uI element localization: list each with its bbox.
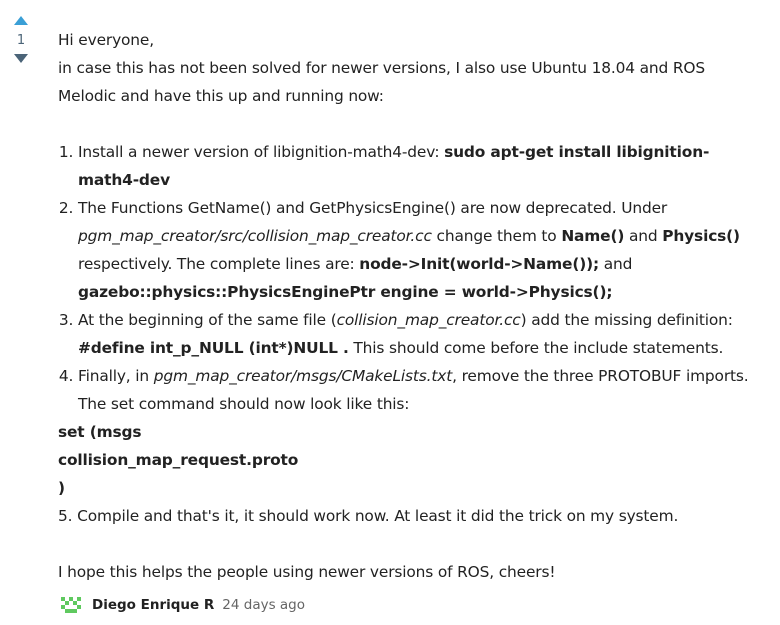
physics-function: Physics() [662,227,740,245]
post-greeting: Hi everyone, [58,31,154,49]
file-name: collision_map_creator.cc [336,311,521,329]
post-intro: in case this has not been solved for new… [58,59,705,105]
code-line: set (msgs [58,423,142,441]
steps-list: Install a newer version of libignition-m… [58,138,758,418]
author-row: Diego Enrique R 24 days ago [60,594,305,616]
avatar[interactable] [60,594,82,616]
name-function: Name() [561,227,625,245]
code-line-2: gazebo::physics::PhysicsEnginePtr engine… [78,283,613,301]
post-closing: I hope this helps the people using newer… [58,563,556,581]
step-5-text: 5. Compile and that's it, it should work… [58,507,679,525]
downvote-arrow-icon[interactable] [14,54,28,63]
list-item-step-3: At the beginning of the same file (colli… [78,306,758,362]
vote-controls: 1 [8,12,34,63]
author-name[interactable]: Diego Enrique R [92,597,214,613]
list-item-step-2: The Functions GetName() and GetPhysicsEn… [78,194,758,306]
list-item-step-1: Install a newer version of libignition-m… [78,138,758,194]
vote-count: 1 [16,33,26,48]
code-line: collision_map_request.proto [58,451,299,469]
code-line: ) [58,479,65,497]
code-line-1: node->Init(world->Name()); [359,255,599,273]
post-body: Hi everyone, in case this has not been s… [58,26,758,586]
cmake-path: pgm_map_creator/msgs/CMakeLists.txt [153,367,453,385]
list-item-step-4: Finally, in pgm_map_creator/msgs/CMakeLi… [78,362,758,418]
upvote-arrow-icon[interactable] [14,16,28,25]
post-timestamp[interactable]: 24 days ago [222,597,305,613]
identicon-icon [60,594,82,616]
source-path: pgm_map_creator/src/collision_map_creato… [78,227,432,245]
define-statement: #define int_p_NULL (int*)NULL . [78,339,349,357]
